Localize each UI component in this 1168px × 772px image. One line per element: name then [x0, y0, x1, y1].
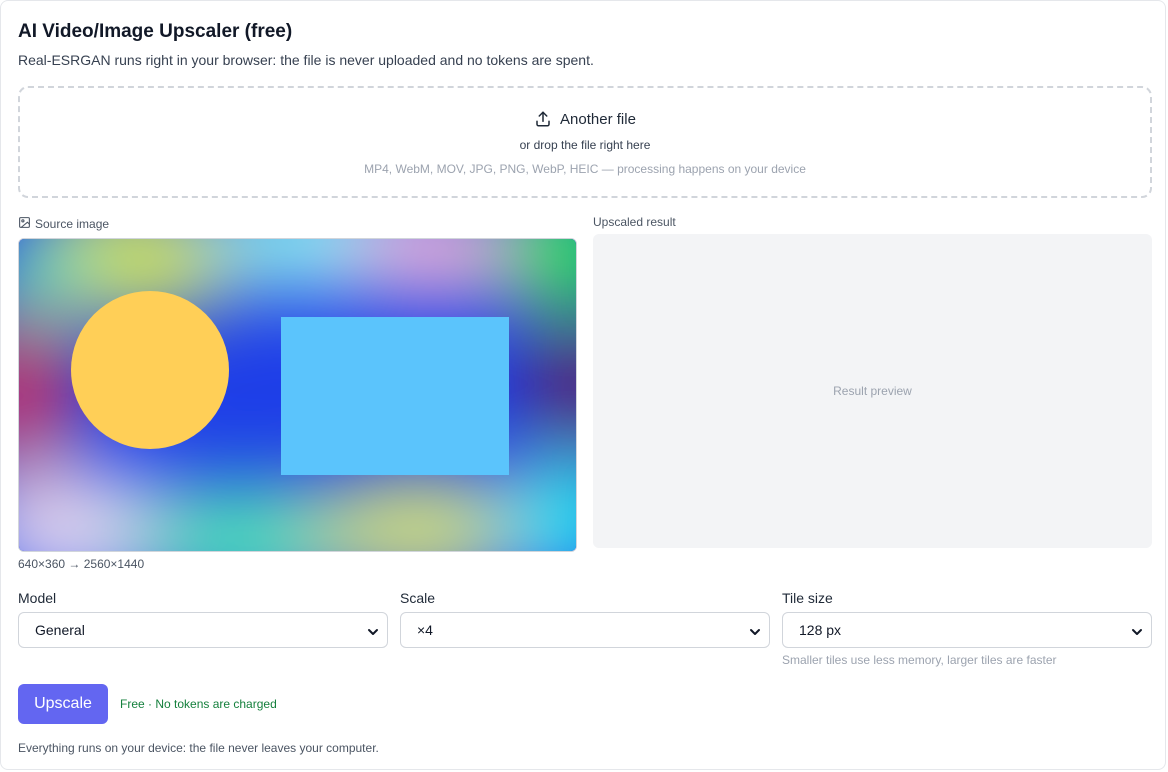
scale-label: Scale [400, 590, 436, 606]
result-preview-placeholder: Result preview [833, 384, 912, 398]
chevron-down-icon [749, 625, 761, 641]
file-dropzone[interactable]: Another file or drop the file right here… [18, 86, 1152, 198]
tile-size-select[interactable]: 128 px [782, 612, 1152, 648]
model-select-value: General [35, 622, 85, 638]
scale-select-value: ×4 [417, 622, 433, 638]
upload-icon [534, 110, 552, 128]
choose-file-label: Another file [560, 110, 636, 128]
tile-size-label: Tile size [782, 590, 833, 606]
model-select[interactable]: General [18, 612, 388, 648]
scale-select[interactable]: ×4 [400, 612, 770, 648]
page-title: AI Video/Image Upscaler (free) [18, 21, 293, 42]
choose-file-button[interactable]: Another file [20, 110, 1150, 128]
chevron-down-icon [367, 625, 379, 641]
dimensions-readout: 640×360 → 2560×1440 [18, 557, 145, 571]
upscaler-card: AI Video/Image Upscaler (free) Real-ESRG… [0, 0, 1166, 770]
privacy-note: Everything runs on your device: the file… [18, 741, 379, 755]
upscaled-result-label: Upscaled result [593, 215, 676, 229]
tile-size-select-value: 128 px [799, 622, 842, 638]
model-label: Model [18, 590, 57, 606]
upscale-button[interactable]: Upscale [18, 684, 108, 724]
dropzone-formats-hint: MP4, WebM, MOV, JPG, PNG, WebP, HEIC — p… [364, 162, 806, 176]
image-icon [18, 216, 31, 232]
dropzone-subtext: or drop the file right here [519, 138, 651, 152]
chevron-down-icon [1131, 625, 1143, 641]
source-image-preview [18, 238, 577, 552]
source-image-label: Source image [18, 216, 109, 232]
result-preview-area: Result preview [593, 234, 1152, 548]
tile-size-help: Smaller tiles use less memory, larger ti… [782, 653, 1057, 667]
free-note: Free · No tokens are charged [120, 697, 277, 711]
page-subtitle: Real-ESRGAN runs right in your browser: … [18, 52, 594, 68]
source-image-label-text: Source image [35, 217, 110, 231]
